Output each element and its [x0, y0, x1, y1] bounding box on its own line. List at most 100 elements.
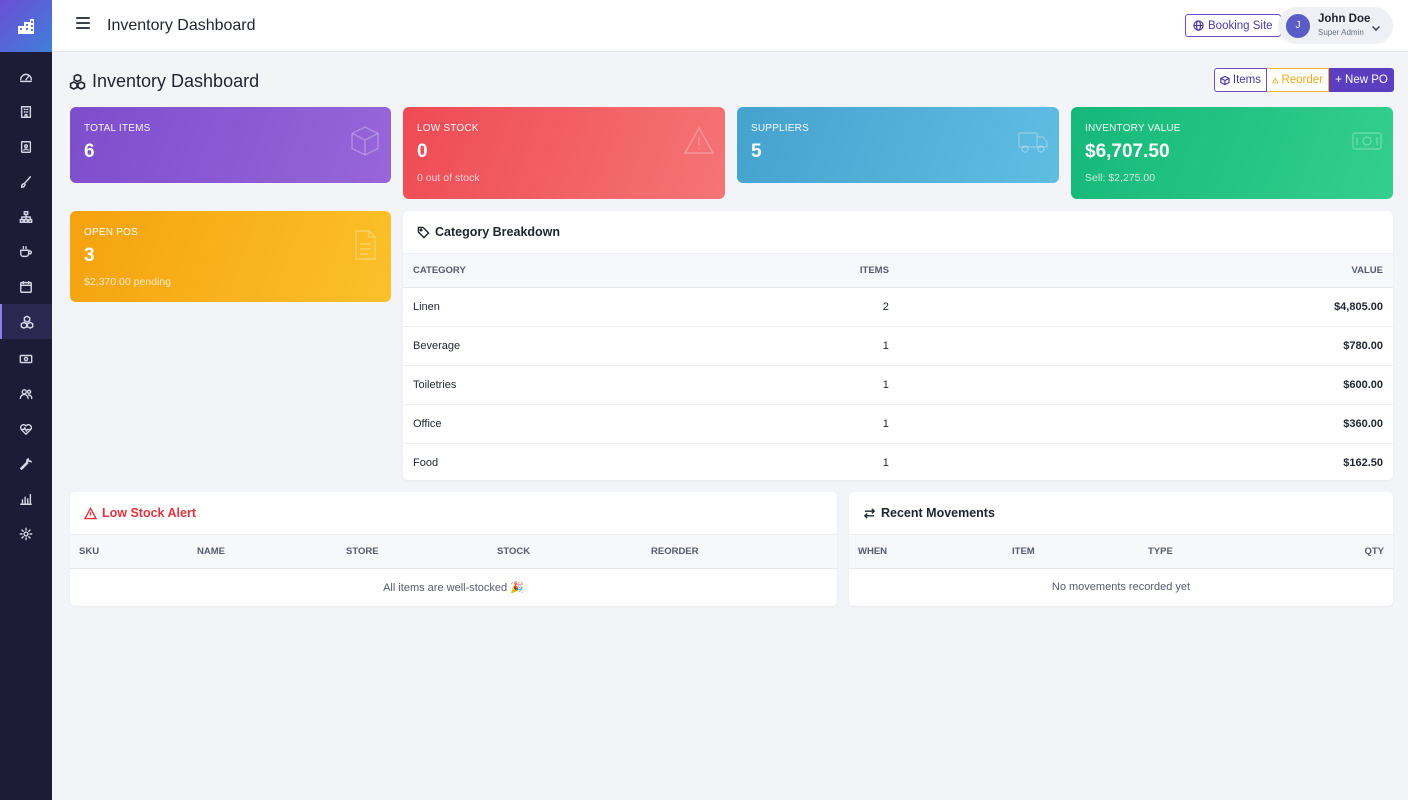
sidebar-item-users[interactable] — [0, 376, 52, 411]
sidebar-item-inventory[interactable] — [0, 304, 52, 339]
category-breakdown-panel: Category Breakdown CATEGORY ITEMS VALUE … — [403, 211, 1393, 480]
stat-sub: $2,370.00 pending — [84, 276, 171, 288]
cell-category: Toiletries — [403, 365, 531, 405]
column-header-items[interactable]: ITEMS — [530, 254, 1272, 288]
heart-pulse-icon — [19, 423, 33, 435]
panel-header: Recent Movements — [849, 492, 1393, 535]
cell-items: 1 — [882, 456, 889, 469]
column-header-type[interactable]: TYPE — [1148, 535, 1262, 569]
stat-card-low-stock: LOW STOCK 0 0 out of stock — [403, 107, 725, 199]
stat-card-inventory-value: INVENTORY VALUE $6,707.50 Sell: $2,275.0… — [1071, 107, 1393, 199]
topbar-title: Inventory Dashboard — [107, 17, 256, 34]
avatar: J — [1286, 13, 1310, 38]
movements-table: WHEN ITEM TYPE QTY No movements recorded… — [849, 535, 1393, 606]
page-heading: Inventory Dashboard — [69, 71, 259, 92]
sidebar-item-building[interactable] — [0, 94, 52, 129]
items-button[interactable]: Items — [1214, 68, 1267, 92]
clipboard-icon — [20, 140, 32, 153]
sidebar-item-sitemap[interactable] — [0, 199, 52, 234]
cell-category: Linen — [403, 287, 531, 327]
reorder-button[interactable]: Reorder — [1267, 68, 1329, 92]
column-header-category[interactable]: CATEGORY — [403, 254, 531, 288]
swap-arrows-icon — [863, 507, 876, 519]
column-header-value[interactable]: VALUE — [1271, 254, 1393, 288]
table-row: Office 1 $360.00 — [403, 404, 1393, 444]
cell-items: 1 — [530, 404, 1272, 444]
panel-title: Category Breakdown — [435, 225, 561, 239]
sidebar-item-dashboard[interactable] — [0, 59, 52, 94]
sidebar-item-settings[interactable] — [0, 516, 52, 551]
table-row: Linen 2 $4,805.00 — [403, 287, 1393, 327]
low-stock-table: SKU NAME STORE STOCK REORDER All items a… — [70, 535, 837, 606]
box-icon — [351, 126, 379, 156]
column-header-name[interactable]: NAME — [197, 535, 346, 569]
stat-card-open-pos: OPEN POS 3 $2,370.00 pending — [70, 211, 391, 302]
warning-icon — [683, 126, 715, 154]
cell-items: 1 — [530, 365, 1272, 405]
new-po-button[interactable]: + New PO — [1329, 68, 1394, 92]
user-name: John Doe — [1318, 12, 1371, 25]
building-logo-icon — [18, 19, 34, 34]
cup-icon — [20, 245, 32, 257]
tag-icon — [417, 226, 430, 239]
column-header-stock[interactable]: STOCK — [497, 535, 651, 569]
box-icon — [1220, 75, 1230, 85]
column-header-reorder[interactable]: REORDER — [651, 535, 837, 569]
empty-state: No movements recorded yet — [1051, 581, 1191, 594]
page-title: Inventory Dashboard — [92, 71, 260, 91]
gear-icon — [19, 527, 33, 540]
menu-toggle-icon[interactable] — [76, 17, 90, 31]
cell-value: $4,805.00 — [1271, 287, 1393, 327]
users-icon — [19, 388, 33, 399]
boxes-icon — [69, 73, 86, 90]
booking-site-button[interactable]: Booking Site — [1185, 14, 1281, 37]
sidebar-item-tools[interactable] — [0, 446, 52, 481]
boxes-icon — [20, 315, 34, 329]
new-po-button-label: + New PO — [1335, 74, 1388, 86]
bar-chart-icon — [20, 493, 32, 505]
warning-icon — [84, 506, 97, 519]
cell-value: $360.00 — [1271, 404, 1393, 444]
stat-sub: Sell: $2,275.00 — [1085, 172, 1156, 184]
stat-label: INVENTORY VALUE — [1085, 123, 1181, 134]
sidebar-item-calendar[interactable] — [0, 269, 52, 304]
warning-icon — [1272, 76, 1279, 83]
globe-icon — [1193, 20, 1204, 31]
stat-label: TOTAL ITEMS — [84, 123, 151, 134]
user-menu[interactable]: J John Doe Super Admin — [1278, 7, 1393, 44]
panel-header: Low Stock Alert — [70, 492, 837, 535]
sidebar-item-health[interactable] — [0, 411, 52, 446]
stat-label: LOW STOCK — [417, 123, 479, 134]
building-icon — [20, 105, 32, 118]
reorder-button-label: Reorder — [1281, 74, 1323, 86]
truck-icon — [1018, 132, 1048, 153]
stat-value: 3 — [84, 245, 95, 266]
sidebar-item-brush[interactable] — [0, 164, 52, 199]
cell-items: 2 — [530, 287, 1272, 327]
column-header-sku[interactable]: SKU — [70, 535, 197, 569]
logo[interactable] — [0, 0, 52, 52]
stat-value: 0 — [417, 141, 428, 162]
cell-category: Office — [403, 404, 531, 444]
panel-title: Recent Movements — [881, 506, 995, 520]
panel-title: Low Stock Alert — [102, 506, 196, 520]
dashboard-icon — [20, 73, 32, 82]
brush-icon — [20, 175, 32, 188]
sidebar-item-cup[interactable] — [0, 234, 52, 269]
column-header-qty[interactable]: QTY — [1261, 535, 1393, 569]
stat-card-suppliers: SUPPLIERS 5 — [737, 107, 1059, 183]
items-button-label: Items — [1232, 74, 1261, 86]
stat-card-total-items: TOTAL ITEMS 6 — [70, 107, 391, 183]
column-header-item[interactable]: ITEM — [1012, 535, 1148, 569]
sidebar-item-clipboard[interactable] — [0, 129, 52, 164]
sidebar-item-reports[interactable] — [0, 481, 52, 516]
topbar: Inventory Dashboard Booking Site J John … — [52, 0, 1408, 52]
column-header-store[interactable]: STORE — [346, 535, 497, 569]
cash-icon — [19, 354, 33, 363]
sitemap-icon — [19, 210, 33, 223]
calendar-icon — [20, 280, 32, 293]
stat-value: 5 — [751, 141, 762, 162]
stat-label: OPEN POS — [84, 227, 138, 238]
sidebar-item-cash[interactable] — [0, 341, 52, 376]
column-header-when[interactable]: WHEN — [849, 535, 1012, 569]
